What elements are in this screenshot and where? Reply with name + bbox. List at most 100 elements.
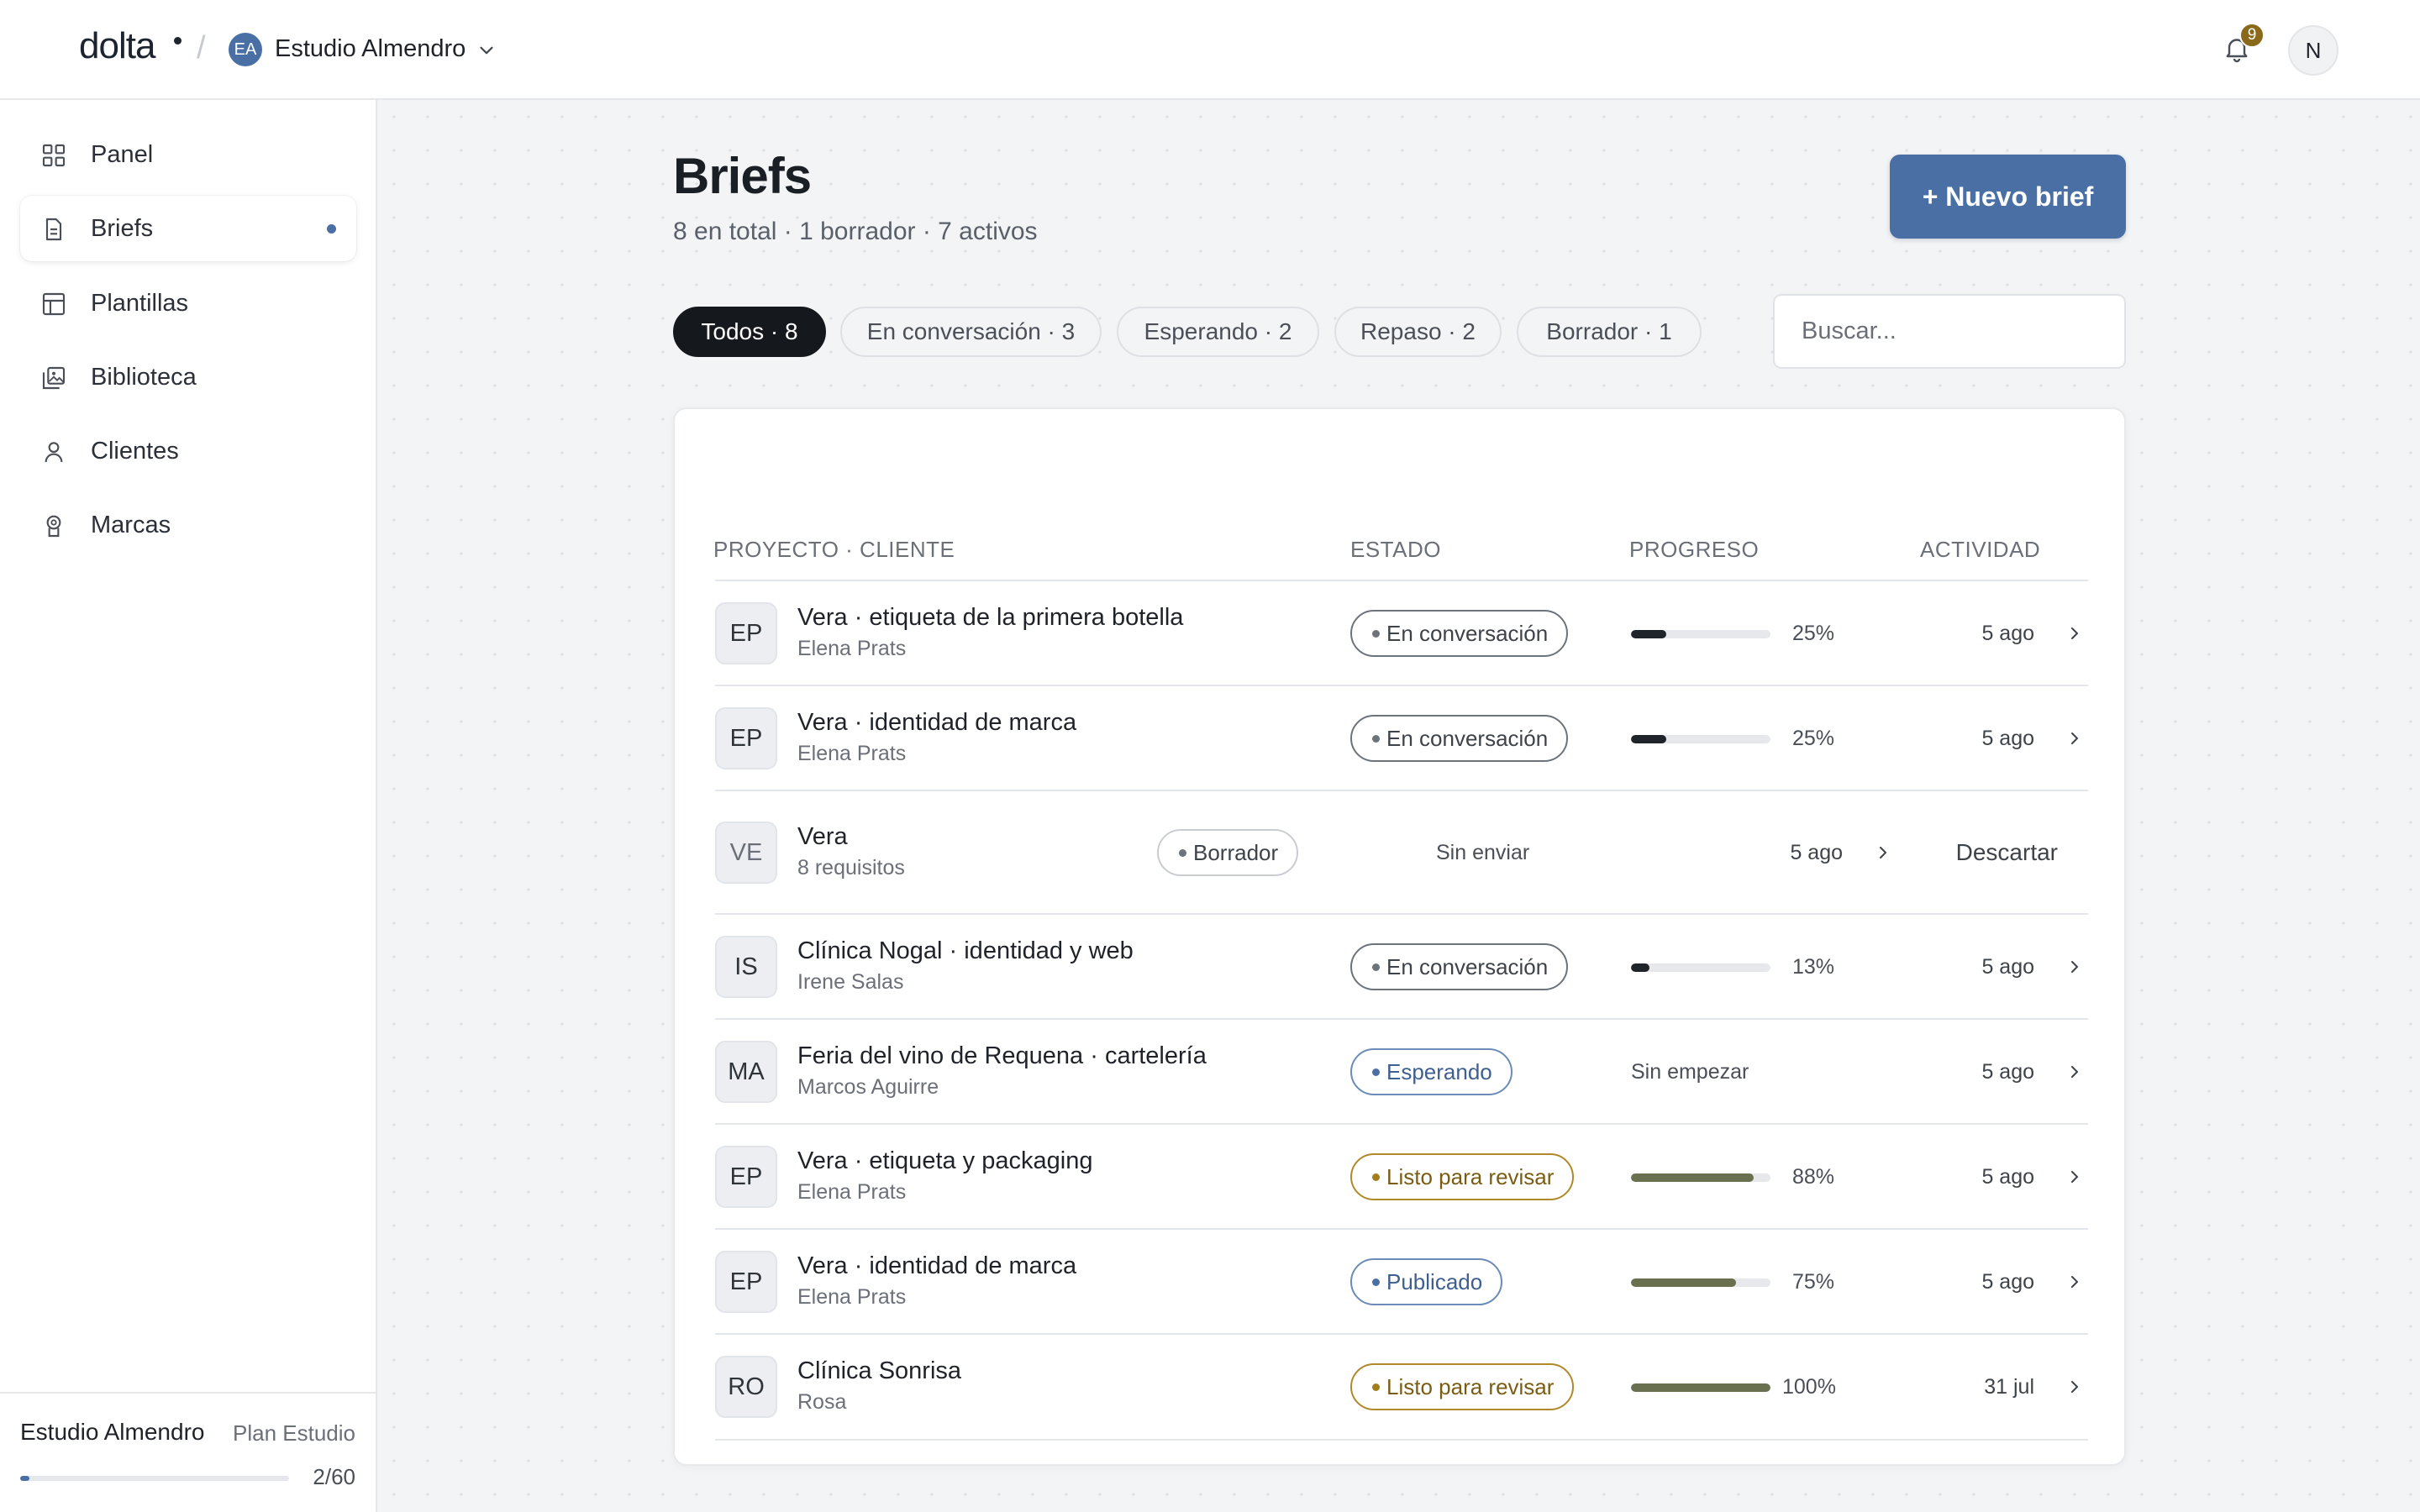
active-indicator-dot (327, 224, 336, 234)
chevron-right-icon[interactable] (2065, 957, 2085, 977)
chevron-right-icon[interactable] (2065, 623, 2085, 643)
filter-chip-todos[interactable]: Todos · 8 (673, 307, 826, 357)
row-client: Elena Prats (797, 1180, 907, 1204)
sidebar-item-plantillas[interactable]: Plantillas (20, 270, 356, 336)
row-client: Irene Salas (797, 970, 904, 994)
status-label: En conversación (1386, 725, 1549, 751)
activity-date: 5 ago (1981, 1165, 2034, 1189)
chevron-right-icon[interactable] (2065, 1062, 2085, 1082)
search-input[interactable] (1773, 294, 2126, 369)
sidebar-item-label: Plantillas (91, 290, 189, 317)
status-dot (1372, 1173, 1380, 1181)
document-icon (45, 218, 62, 241)
sidebar-item-label: Biblioteca (91, 364, 197, 391)
client-avatar: EP (715, 1146, 777, 1208)
progress-percent: 25% (1792, 622, 1835, 645)
top-bar: dolta / EA Estudio Almendro 9 N (0, 0, 2420, 100)
table-row-draft[interactable]: VE Vera 8 requisitos Borrador Sin enviar… (715, 791, 2088, 915)
status-badge: Borrador (1157, 829, 1299, 876)
status-label: En conversación (1386, 953, 1549, 979)
sidebar-item-panel[interactable]: Panel (20, 122, 356, 187)
client-avatar: EP (715, 602, 777, 664)
client-avatar: MA (715, 1041, 777, 1103)
logo-dot (174, 37, 182, 45)
sidebar: Panel Briefs Plantillas Biblioteca Clien… (0, 100, 377, 1512)
filter-chip-en-conversacion[interactable]: En conversación · 3 (840, 307, 1102, 357)
status-label: Publicado (1386, 1268, 1483, 1294)
usage-bar (20, 1476, 289, 1481)
status-badge: Esperando (1350, 1048, 1512, 1095)
new-brief-button[interactable]: + Nuevo brief (1890, 155, 2126, 239)
status-dot (1372, 734, 1380, 743)
progress-bar (1631, 735, 1770, 743)
progress-percent: 88% (1792, 1165, 1835, 1189)
logo[interactable]: dolta (79, 25, 155, 67)
status-label: Listo para revisar (1386, 1373, 1555, 1399)
filter-chip-esperando[interactable]: Esperando · 2 (1117, 307, 1319, 357)
progress-fill (1631, 1278, 1736, 1287)
chevron-down-icon[interactable] (476, 39, 497, 61)
client-avatar: IS (715, 936, 777, 998)
chevron-right-icon[interactable] (2065, 728, 2085, 748)
status-badge: Listo para revisar (1350, 1153, 1575, 1200)
filter-chip-repaso[interactable]: Repaso · 2 (1334, 307, 1502, 357)
row-title: Vera · etiqueta de la primera botella (797, 604, 1184, 631)
status-label: Listo para revisar (1386, 1163, 1555, 1189)
usage-count: 2/60 (313, 1464, 355, 1489)
status-label: En conversación (1386, 620, 1549, 646)
chevron-right-icon[interactable] (2065, 1272, 2085, 1292)
row-title: Clínica Sonrisa (797, 1357, 962, 1384)
row-client: Elena Prats (797, 742, 907, 765)
badge-icon (46, 515, 61, 538)
sidebar-item-biblioteca[interactable]: Biblioteca (20, 344, 356, 410)
table-row[interactable]: MA Feria del vino de Requena · cartelerí… (715, 1020, 2088, 1125)
briefs-table: PROYECTO · CLIENTE ESTADO PROGRESO ACTIV… (673, 407, 2126, 1466)
sidebar-item-label: Clientes (91, 438, 179, 465)
activity-date: 5 ago (1981, 955, 2034, 979)
sidebar-item-clientes[interactable]: Clientes (20, 418, 356, 484)
client-avatar: RO (715, 1356, 777, 1418)
template-icon (42, 292, 66, 316)
table-row[interactable]: IS Clínica Nogal · identidad y web Irene… (715, 915, 2088, 1020)
status-label: Esperando (1386, 1058, 1492, 1084)
row-title: Clínica Nogal · identidad y web (797, 937, 1134, 964)
workspace-avatar[interactable]: EA (229, 33, 262, 66)
table-row[interactable]: EP Vera · identidad de marca Elena Prats… (715, 686, 2088, 791)
sidebar-item-marcas[interactable]: Marcas (20, 492, 356, 558)
progress-fill (1631, 963, 1649, 972)
progress-fill (1631, 1383, 1770, 1392)
activity-date: 5 ago (1790, 841, 1843, 864)
status-badge: Listo para revisar (1350, 1363, 1575, 1410)
chevron-right-icon[interactable] (1873, 843, 1893, 863)
progress-bar (1631, 963, 1770, 972)
user-avatar[interactable]: N (2288, 25, 2338, 76)
sidebar-footer: Estudio Almendro Plan Estudio 2/60 (0, 1392, 376, 1512)
status-badge: Publicado (1350, 1258, 1503, 1305)
status-dot (1179, 848, 1186, 857)
filter-chip-borrador[interactable]: Borrador · 1 (1517, 307, 1702, 357)
activity-date: 5 ago (1981, 727, 2034, 750)
sidebar-item-label: Briefs (91, 215, 154, 242)
progress-text: Sin enviar (1436, 841, 1530, 864)
discard-button[interactable]: Descartar (1956, 839, 2058, 866)
table-row[interactable]: RO Clínica Sonrisa Rosa Listo para revis… (715, 1335, 2088, 1441)
chevron-right-icon[interactable] (2065, 1377, 2085, 1397)
row-client: Elena Prats (797, 637, 907, 660)
person-icon (45, 442, 63, 463)
table-row[interactable]: EP Vera · etiqueta de la primera botella… (715, 581, 2088, 686)
sidebar-item-label: Marcas (91, 512, 171, 538)
table-row[interactable]: EP Vera · etiqueta y packaging Elena Pra… (715, 1125, 2088, 1230)
workspace-name[interactable]: Estudio Almendro (275, 35, 466, 63)
sidebar-item-briefs[interactable]: Briefs (20, 196, 356, 261)
status-dot (1372, 629, 1380, 638)
plan-label[interactable]: Plan Estudio (233, 1420, 355, 1446)
studio-name: Estudio Almendro (20, 1419, 205, 1445)
chevron-right-icon[interactable] (2065, 1167, 2085, 1187)
table-row[interactable]: EP Vera · identidad de marca Elena Prats… (715, 1230, 2088, 1335)
status-dot (1372, 963, 1380, 971)
notification-badge: 9 (2239, 23, 2265, 48)
column-header-activity: ACTIVIDAD (1920, 537, 2041, 562)
usage-bar-fill (20, 1476, 29, 1481)
activity-date: 5 ago (1981, 1270, 2034, 1294)
status-label: Borrador (1193, 839, 1279, 865)
